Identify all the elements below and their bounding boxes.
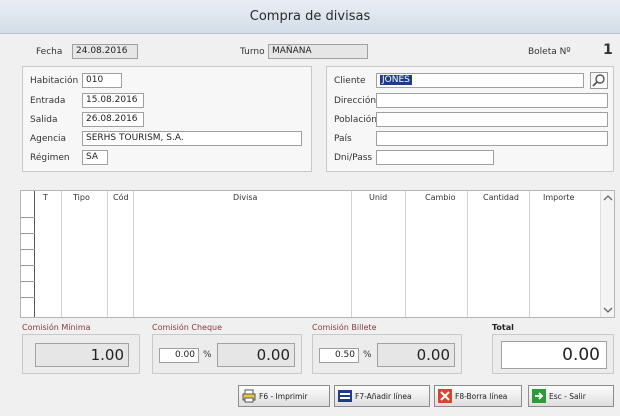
poblacion-label: Población bbox=[334, 115, 378, 125]
total-group: 0.00 bbox=[492, 334, 614, 374]
add-row-icon bbox=[338, 390, 352, 402]
col-header-cod[interactable]: Cód bbox=[113, 191, 129, 205]
salida-field[interactable]: 26.08.2016 bbox=[82, 112, 144, 127]
cliente-selected-text: JONES bbox=[380, 75, 412, 85]
turno-field[interactable]: MAÑANA bbox=[268, 44, 368, 59]
col-divider bbox=[133, 191, 134, 317]
col-header-cambio[interactable]: Cambio bbox=[425, 191, 455, 205]
print-button-label: F6 - Imprimir bbox=[259, 391, 308, 401]
col-header-tipo[interactable]: Tipo bbox=[73, 191, 90, 205]
pais-field[interactable] bbox=[376, 131, 608, 146]
delete-line-label: F8-Borra línea bbox=[455, 391, 508, 401]
comision-minima-label: Comisión Mínima bbox=[22, 323, 91, 332]
direccion-field[interactable] bbox=[376, 93, 608, 108]
total-field[interactable]: 0.00 bbox=[501, 341, 607, 369]
row-marker bbox=[21, 265, 35, 266]
col-header-importe[interactable]: Importe bbox=[543, 191, 574, 205]
boleta-number: 1 bbox=[603, 42, 613, 58]
exit-button[interactable]: Esc - Salir bbox=[528, 385, 614, 407]
habitacion-label: Habitación bbox=[30, 76, 79, 86]
comision-minima-group: 1.00 bbox=[22, 334, 140, 374]
boleta-label: Boleta Nº bbox=[528, 47, 571, 57]
client-search-button[interactable] bbox=[590, 72, 608, 89]
exit-icon bbox=[532, 389, 546, 403]
scroll-down-icon[interactable] bbox=[603, 306, 613, 314]
print-button[interactable]: F6 - Imprimir bbox=[238, 385, 330, 407]
poblacion-field[interactable] bbox=[376, 112, 608, 127]
cliente-label: Cliente bbox=[334, 76, 366, 86]
dni-label: Dni/Pass bbox=[334, 153, 373, 163]
add-line-button[interactable]: F7-Añadir línea bbox=[334, 385, 430, 407]
col-divider bbox=[467, 191, 468, 317]
row-marker bbox=[21, 233, 35, 234]
entrada-label: Entrada bbox=[30, 96, 66, 106]
magnifier-icon bbox=[592, 74, 605, 87]
turno-label: Turno bbox=[240, 47, 265, 57]
agencia-label: Agencia bbox=[30, 134, 67, 144]
pct-symbol: % bbox=[363, 350, 372, 360]
table-scrollbar[interactable] bbox=[600, 191, 614, 317]
habitacion-field[interactable]: 010 bbox=[82, 73, 122, 88]
comision-billete-label: Comisión Billete bbox=[312, 323, 377, 332]
row-marker bbox=[21, 281, 35, 282]
col-header-t[interactable]: T bbox=[43, 191, 48, 205]
col-header-cantidad[interactable]: Cantidad bbox=[483, 191, 519, 205]
comision-billete-pct-field[interactable]: 0.50 bbox=[319, 348, 359, 363]
row-indicator-divider bbox=[34, 191, 35, 317]
regimen-label: Régimen bbox=[30, 153, 70, 163]
pct-symbol: % bbox=[203, 350, 212, 360]
comision-billete-field[interactable]: 0.00 bbox=[377, 343, 455, 367]
col-divider bbox=[107, 191, 108, 317]
total-label: Total bbox=[492, 323, 514, 332]
fecha-field[interactable]: 24.08.2016 bbox=[72, 44, 138, 59]
row-marker bbox=[21, 297, 35, 298]
comision-cheque-label: Comisión Cheque bbox=[152, 323, 223, 332]
row-marker bbox=[21, 249, 35, 250]
col-header-divisa[interactable]: Divisa bbox=[233, 191, 257, 205]
direccion-label: Dirección bbox=[334, 96, 377, 106]
comision-cheque-pct-field[interactable]: 0.00 bbox=[159, 348, 199, 363]
col-divider bbox=[405, 191, 406, 317]
delete-icon bbox=[438, 389, 452, 403]
row-marker bbox=[21, 217, 35, 218]
dni-field[interactable] bbox=[376, 150, 494, 165]
currency-table[interactable]: T Tipo Cód Divisa Unid Cambio Cantidad I… bbox=[20, 190, 615, 318]
col-header-unid[interactable]: Unid bbox=[369, 191, 387, 205]
comision-cheque-group: 0.00 % 0.00 bbox=[152, 334, 302, 374]
add-line-label: F7-Añadir línea bbox=[355, 391, 412, 401]
salida-label: Salida bbox=[30, 115, 58, 125]
scroll-up-icon[interactable] bbox=[603, 194, 613, 202]
printer-icon bbox=[242, 389, 256, 403]
col-divider bbox=[351, 191, 352, 317]
pais-label: País bbox=[334, 134, 352, 144]
comision-billete-group: 0.50 % 0.00 bbox=[312, 334, 462, 374]
regimen-field[interactable]: SA bbox=[82, 150, 108, 165]
fecha-label: Fecha bbox=[36, 47, 63, 57]
agencia-field[interactable]: SERHS TOURISM, S.A. bbox=[82, 131, 302, 146]
col-divider bbox=[61, 191, 62, 317]
delete-line-button[interactable]: F8-Borra línea bbox=[434, 385, 522, 407]
entrada-field[interactable]: 15.08.2016 bbox=[82, 93, 144, 108]
exit-button-label: Esc - Salir bbox=[549, 391, 586, 401]
col-divider bbox=[529, 191, 530, 317]
comision-minima-field[interactable]: 1.00 bbox=[35, 343, 129, 367]
cliente-field[interactable]: JONES bbox=[376, 73, 584, 88]
comision-cheque-field[interactable]: 0.00 bbox=[217, 343, 295, 367]
window-title: Compra de divisas bbox=[0, 0, 620, 34]
